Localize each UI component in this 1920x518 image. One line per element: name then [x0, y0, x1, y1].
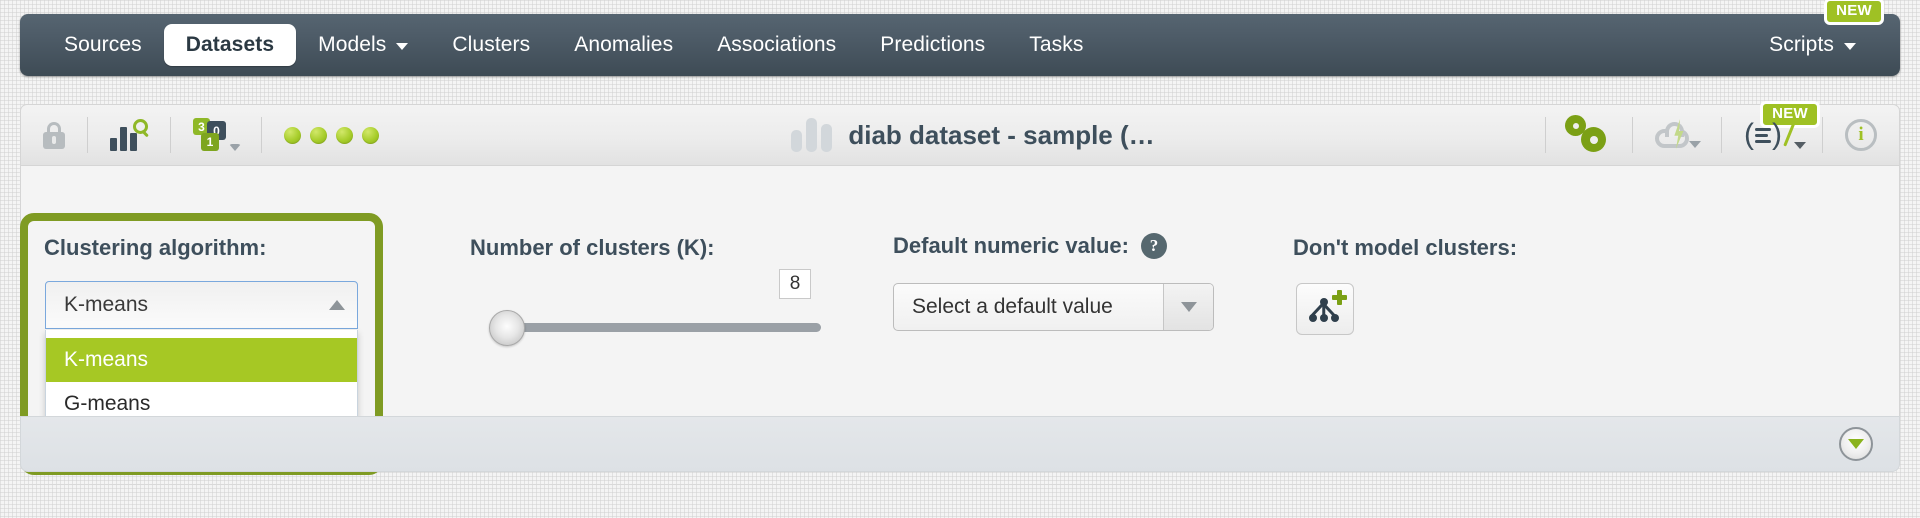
footer-divider — [20, 484, 1900, 485]
help-icon[interactable]: ? — [1140, 233, 1167, 259]
app-page: Sources Datasets Models Clusters Anomali… — [0, 0, 1920, 518]
select-arrow-box[interactable] — [1163, 284, 1213, 330]
nav-item-scripts[interactable]: Scripts — [1747, 24, 1878, 66]
clustering-algorithm-label: Clustering algorithm: — [44, 235, 267, 260]
nav-item-models[interactable]: Models — [296, 24, 430, 66]
status-dot — [336, 126, 353, 144]
chevron-down-icon — [1180, 302, 1197, 312]
page-title: diab dataset - sample (… — [848, 119, 1155, 150]
lock-icon — [43, 121, 65, 149]
field-types-button[interactable]: 301 — [171, 105, 261, 165]
configure-cluster-button[interactable] — [1546, 105, 1632, 165]
clustering-algorithm-value: K-means — [64, 293, 149, 316]
nav-items-group: Sources Datasets Models Clusters Anomali… — [42, 24, 1747, 66]
default-numeric-value-label: Default numeric value: ? — [893, 233, 1167, 259]
dont-model-clusters-label: Don't model clusters: — [1293, 235, 1518, 260]
nav-item-clusters[interactable]: Clusters — [430, 24, 552, 66]
gears-icon — [1568, 117, 1610, 153]
option-k-means[interactable]: K-means — [46, 338, 357, 382]
status-dot — [362, 126, 379, 144]
nav-item-label: Sources — [64, 33, 142, 56]
slider-track[interactable] — [511, 323, 821, 332]
nav-item-tasks[interactable]: Tasks — [1007, 24, 1105, 66]
info-button[interactable]: i — [1823, 105, 1899, 165]
add-cluster-tree-icon — [1308, 290, 1347, 324]
nav-item-label: Tasks — [1029, 33, 1084, 56]
expand-section-button[interactable] — [1839, 427, 1873, 461]
default-numeric-value-select[interactable]: Select a default value — [893, 283, 1214, 331]
nav-item-predictions[interactable]: Predictions — [858, 24, 1007, 66]
nav-item-sources[interactable]: Sources — [42, 24, 164, 66]
info-icon: i — [1845, 119, 1877, 151]
nav-item-label: Clusters — [452, 33, 531, 56]
dont-model-clusters-button[interactable] — [1296, 283, 1354, 335]
new-badge: NEW — [1824, 0, 1884, 25]
number-of-clusters-label: Number of clusters (K): — [470, 235, 715, 260]
cloud-bolt-icon — [1655, 119, 1701, 150]
field-types-icon: 301 — [193, 118, 241, 152]
nav-item-label: Anomalies — [574, 33, 674, 56]
inspect-dataset-button[interactable] — [88, 105, 170, 165]
status-dot — [310, 126, 327, 144]
status-dot — [284, 126, 301, 144]
dataset-title-group: diab dataset - sample (… — [401, 118, 1545, 152]
default-numeric-value-text: Default numeric value: — [893, 233, 1129, 258]
equation-icon: ( ) — [1744, 120, 1806, 150]
quick-action-button[interactable] — [1633, 105, 1721, 165]
main-navigation-bar: Sources Datasets Models Clusters Anomali… — [20, 0, 1900, 76]
chevron-down-icon — [1844, 43, 1856, 50]
clustering-algorithm-select[interactable]: K-means — [45, 281, 358, 329]
nav-item-label: Predictions — [880, 33, 986, 56]
dataset-icon — [791, 118, 833, 152]
nav-scripts-group: NEW Scripts — [1747, 0, 1884, 66]
nav-item-datasets[interactable]: Datasets — [163, 24, 297, 66]
collapsed-section-bar — [20, 416, 1900, 472]
nav-item-label: Datasets — [185, 33, 275, 56]
chevron-down-circle-icon — [1848, 439, 1864, 449]
status-dot-group — [284, 126, 379, 144]
script-action-button[interactable]: NEW ( ) — [1722, 101, 1822, 165]
number-of-clusters-value: 8 — [779, 269, 811, 299]
dataset-toolbar: 301 diab dataset - sample (… NEW () i — [20, 101, 1900, 166]
nav-item-anomalies[interactable]: Anomalies — [552, 24, 695, 66]
chevron-up-icon — [329, 300, 345, 310]
nav-item-associations[interactable]: Associations — [695, 24, 858, 66]
status-dots — [262, 105, 401, 165]
slider-thumb[interactable] — [489, 310, 525, 346]
chevron-down-icon — [396, 43, 409, 50]
default-numeric-value-current: Select a default value — [912, 295, 1113, 318]
privacy-lock-button[interactable] — [21, 105, 87, 165]
nav-item-label: Scripts — [1769, 33, 1834, 56]
number-of-clusters-slider[interactable] — [489, 310, 821, 346]
nav-item-label: Associations — [717, 33, 837, 56]
nav-item-label: Models — [318, 33, 387, 56]
chart-search-icon — [110, 119, 148, 151]
